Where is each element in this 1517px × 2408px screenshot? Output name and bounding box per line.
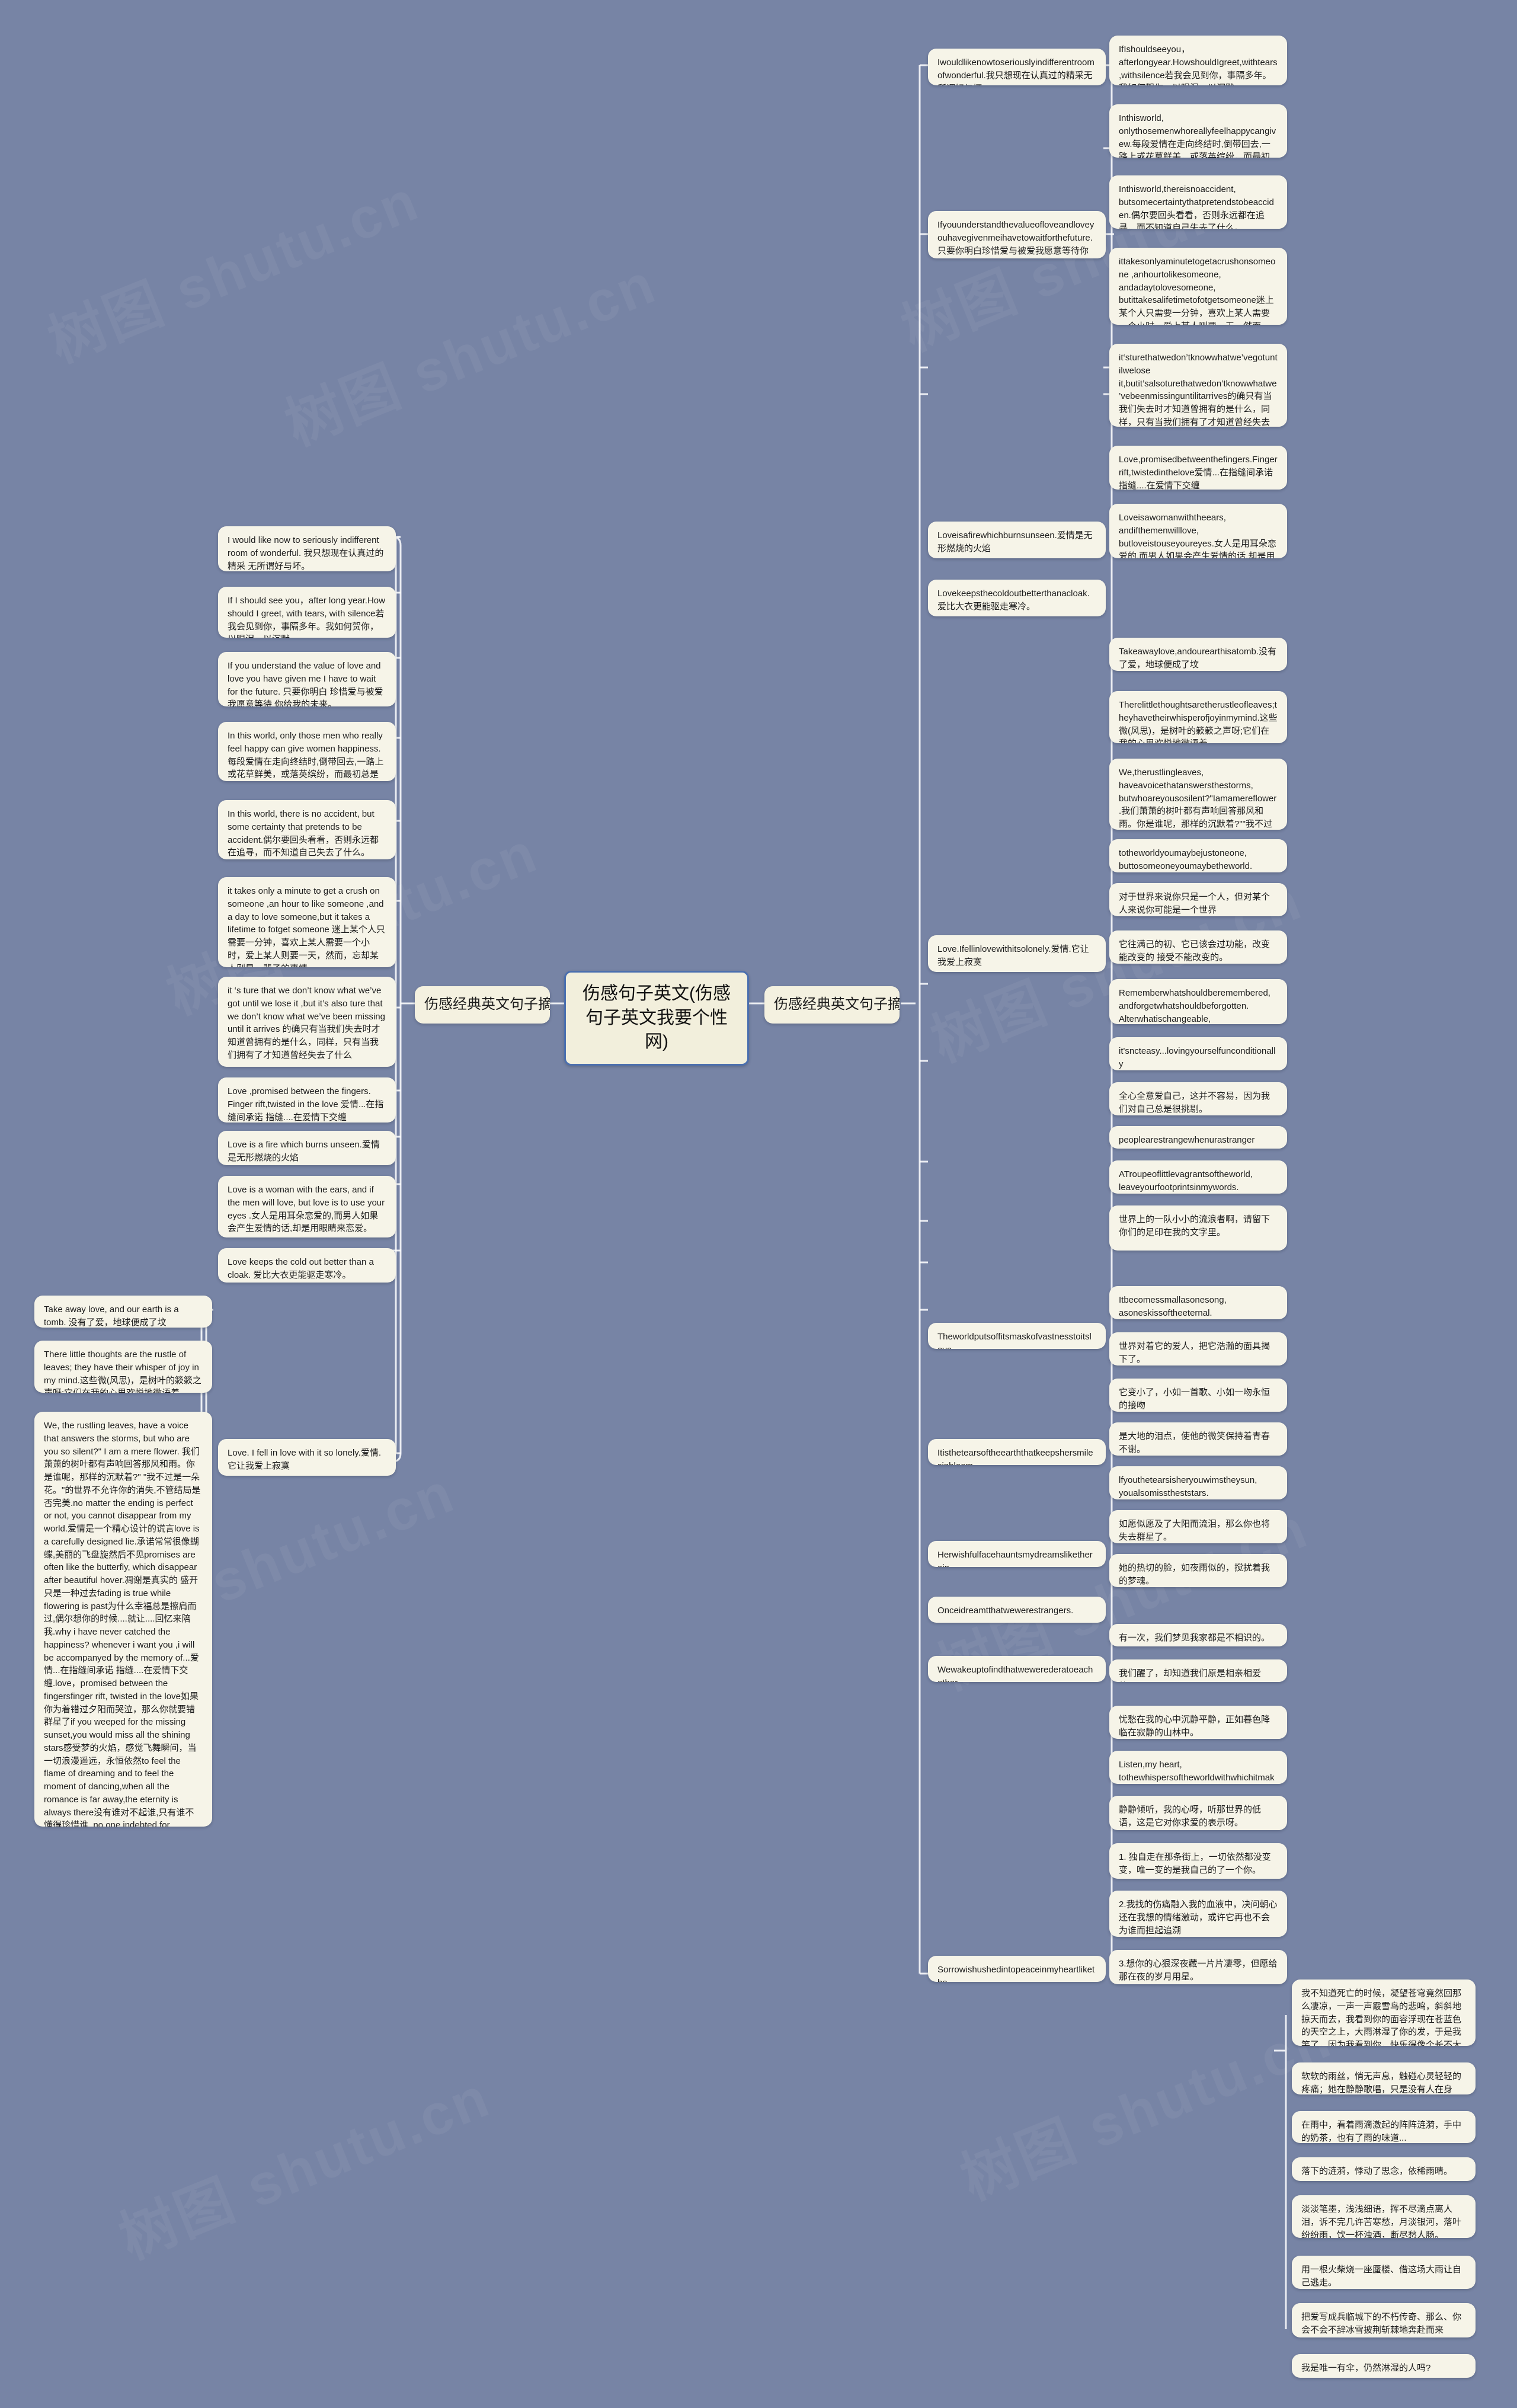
list-item[interactable]: 它往满己的初、它已该会过功能，改变能改变的 接受不能改变的。	[1109, 930, 1287, 964]
list-item[interactable]: ATroupeoflittlevagrantsoftheworld, leave…	[1109, 1160, 1287, 1194]
list-item[interactable]: Love. I fell in love with it so lonely.爱…	[218, 1439, 396, 1476]
root-node[interactable]: 伤感句子英文(伤感句子英文我要个性网)	[564, 971, 749, 1066]
mindmap-canvas: 树图 shutu.cn 树图 shutu.cn 树图 shutu.cn 树图 s…	[0, 0, 1517, 2408]
list-item[interactable]: Wewakeuptofindthatwewerederatoeachother.	[928, 1656, 1106, 1682]
list-item[interactable]: 用一根火柴烧一座蜃楼、借这场大雨让自己逃走。	[1292, 2256, 1476, 2289]
list-item[interactable]: 世界上的一队小小的流浪者啊，请留下你们的足印在我的文字里。	[1109, 1205, 1287, 1251]
list-item[interactable]: Love,promisedbetweenthefingers.Fingerrif…	[1109, 446, 1287, 490]
list-item[interactable]: Onceidreamtthatwewerestrangers.	[928, 1597, 1106, 1623]
list-item[interactable]: Love is a fire which burns unseen.爱情是无形燃…	[218, 1131, 396, 1165]
list-item[interactable]: it'sncteasy...lovingyourselfunconditiona…	[1109, 1037, 1287, 1070]
list-item[interactable]: 落下的涟漪，悸动了思念，依稀雨晴。	[1292, 2157, 1476, 2181]
list-item[interactable]: IfIshouldseeyou，afterlongyear.HowshouldI…	[1109, 36, 1287, 85]
list-item[interactable]: Inthisworld, onlythosemenwhoreallyfeelha…	[1109, 104, 1287, 158]
list-item[interactable]: Therelittlethoughtsaretherustleofleaves;…	[1109, 691, 1287, 743]
watermark: 树图 shutu.cn	[952, 2006, 1340, 2212]
list-item[interactable]: Itisthetearsoftheearththatkeepshersmiles…	[928, 1439, 1106, 1465]
list-item[interactable]: totheworldyoumaybejustoneone, buttosomeo…	[1109, 839, 1287, 872]
list-item[interactable]: 它变小了，小如一首歌、小如一吻永恒的接吻	[1109, 1379, 1287, 1412]
list-item[interactable]: 淡淡笔墨，浅浅细语，挥不尽滴点离人泪，诉不完几许苦寒愁，月淡银河，落叶纷纷雨，饮…	[1292, 2195, 1476, 2238]
list-item[interactable]: Inthisworld,thereisnoaccident, butsomece…	[1109, 175, 1287, 229]
list-item[interactable]: 1. 独自走在那条街上，一切依然都没变变，唯一变的是我自己的了一个你。	[1109, 1843, 1287, 1879]
list-item[interactable]: 忧愁在我的心中沉静平静，正如暮色降临在寂静的山林中。	[1109, 1706, 1287, 1739]
list-item[interactable]: Sorrowishushedintopeaceinmyheartlikethe	[928, 1956, 1106, 1982]
list-item[interactable]: 软软的雨丝，悄无声息，触碰心灵轻轻的疼痛；她在静静歌唱，只是没有人在身旁....…	[1292, 2062, 1476, 2094]
list-item[interactable]: In this world, only those men who really…	[218, 722, 396, 781]
list-item[interactable]: 2.我找的伤痛融入我的血液中，决问朝心还在我想的情绪激动，或许它再也不会为谁而担…	[1109, 1891, 1287, 1937]
list-item[interactable]: 世界对着它的爱人，把它浩瀚的面具揭下了。	[1109, 1332, 1287, 1366]
list-item[interactable]: it ‘s ture that we don’t know what we’ve…	[218, 977, 396, 1067]
list-item[interactable]: 全心全意爱自己，这并不容易，因为我们对自己总是很挑剔。	[1109, 1082, 1287, 1115]
list-item[interactable]: Iwouldlikenowtoseriouslyindifferentroomo…	[928, 49, 1106, 85]
list-item[interactable]: Listen,my heart, tothewhispersoftheworld…	[1109, 1751, 1287, 1784]
list-item[interactable]: 如愿似愿及了大阳而流泪，那么你也将失去群星了。	[1109, 1510, 1287, 1543]
list-item[interactable]: In this world, there is no accident, but…	[218, 800, 396, 859]
list-item[interactable]: Loveisafirewhichburnsunseen.爱情是无形燃烧的火焰	[928, 522, 1106, 558]
branch-label-left[interactable]: 伤感经典英文句子摘录：	[415, 986, 550, 1024]
list-item[interactable]: We,therustlingleaves, haveavoicethatansw…	[1109, 759, 1287, 830]
list-item[interactable]: Love keeps the cold out better than a cl…	[218, 1248, 396, 1283]
list-item[interactable]: it takes only a minute to get a crush on…	[218, 877, 396, 967]
list-item[interactable]: Love.Ifellinlovewithitsolonely.爱情.它让我爱上寂…	[928, 935, 1106, 972]
list-item[interactable]: Ifyouunderstandthevalueofloveandloveyouh…	[928, 211, 1106, 258]
list-item[interactable]: We, the rustling leaves, have a voice th…	[34, 1412, 212, 1827]
list-item[interactable]: Love ,promised between the fingers. Fing…	[218, 1077, 396, 1123]
list-item[interactable]: Loveisawomanwiththeears, andifthemenwill…	[1109, 504, 1287, 558]
list-item[interactable]: Take away love, and our earth is a tomb.…	[34, 1296, 212, 1328]
list-item[interactable]: Love is a woman with the ears, and if th…	[218, 1176, 396, 1237]
branch-label-right[interactable]: 伤感经典英文句子摘录：	[764, 986, 900, 1024]
list-item[interactable]: Rememberwhatshouldberemembered, andforge…	[1109, 979, 1287, 1024]
list-item[interactable]: 3.想你的心狠深夜藏一片片凄零，但愿给那在夜的岁月用星。	[1109, 1950, 1287, 1984]
list-item[interactable]: If you understand the value of love and …	[218, 652, 396, 706]
list-item[interactable]: 把爱写成兵临城下的不朽传奇、那么、你会不会不辞冰雪披荆斩棘地奔赴而来	[1292, 2303, 1476, 2337]
list-item[interactable]: 静静倾听，我的心呀，听那世界的低语，这是它对你求爱的表示呀。	[1109, 1796, 1287, 1830]
list-item[interactable]: 她的热切的脸，如夜雨似的，搅扰着我的梦魂。	[1109, 1554, 1287, 1587]
list-item[interactable]: 我是唯一有伞，仍然淋湿的人吗?	[1292, 2354, 1476, 2378]
list-item[interactable]: 有一次，我们梦见我家都是不相识的。	[1109, 1624, 1287, 1646]
watermark: 树图 shutu.cn	[277, 251, 665, 458]
list-item[interactable]: lfyouthetearsisheryouwimstheysun, youals…	[1109, 1466, 1287, 1499]
list-item[interactable]: Takeawaylove,andourearthisatomb.没有了爱，地球便…	[1109, 638, 1287, 671]
list-item[interactable]: 在雨中，看着雨滴激起的阵阵涟漪，手中的奶茶，也有了雨的味道...	[1292, 2111, 1476, 2143]
list-item[interactable]: 我不知道死亡的时候，凝望苍穹竟然回那么凄凉，一声一声霰雪鸟的悲鸣，斜斜地掠天而去…	[1292, 1980, 1476, 2046]
list-item[interactable]: If I should see you，after long year.How …	[218, 587, 396, 638]
watermark: 树图 shutu.cn	[40, 168, 428, 375]
list-item[interactable]: There little thoughts are the rustle of …	[34, 1341, 212, 1393]
list-item[interactable]: peoplearestrangewhenurastranger	[1109, 1126, 1287, 1149]
list-item[interactable]: 对于世界来说你只是一个人，但对某个人来说你可能是一个世界	[1109, 883, 1287, 916]
list-item[interactable]: 我们醒了，却知道我们原是相亲相爱的。	[1109, 1659, 1287, 1682]
watermark: 树图 shutu.cn	[111, 2065, 499, 2271]
list-item[interactable]: Itbecomessmallasonesong, asoneskissofthe…	[1109, 1286, 1287, 1319]
list-item[interactable]: Theworldputsoffitsmaskofvastnesstoitslov…	[928, 1323, 1106, 1349]
list-item[interactable]: I would like now to seriously indifferen…	[218, 526, 396, 571]
list-item[interactable]: it‘sturethatwedon’tknowwhatwe’vegotuntil…	[1109, 344, 1287, 427]
list-item[interactable]: 是大地的泪点，使他的微笑保持着青春不谢。	[1109, 1422, 1287, 1456]
list-item[interactable]: Lovekeepsthecoldoutbetterthanacloak.爱比大衣…	[928, 580, 1106, 616]
list-item[interactable]: ittakesonlyaminutetogetacrushonsomeone ,…	[1109, 248, 1287, 325]
list-item[interactable]: Herwishfulfacehauntsmydreamsliketherain.	[928, 1541, 1106, 1567]
